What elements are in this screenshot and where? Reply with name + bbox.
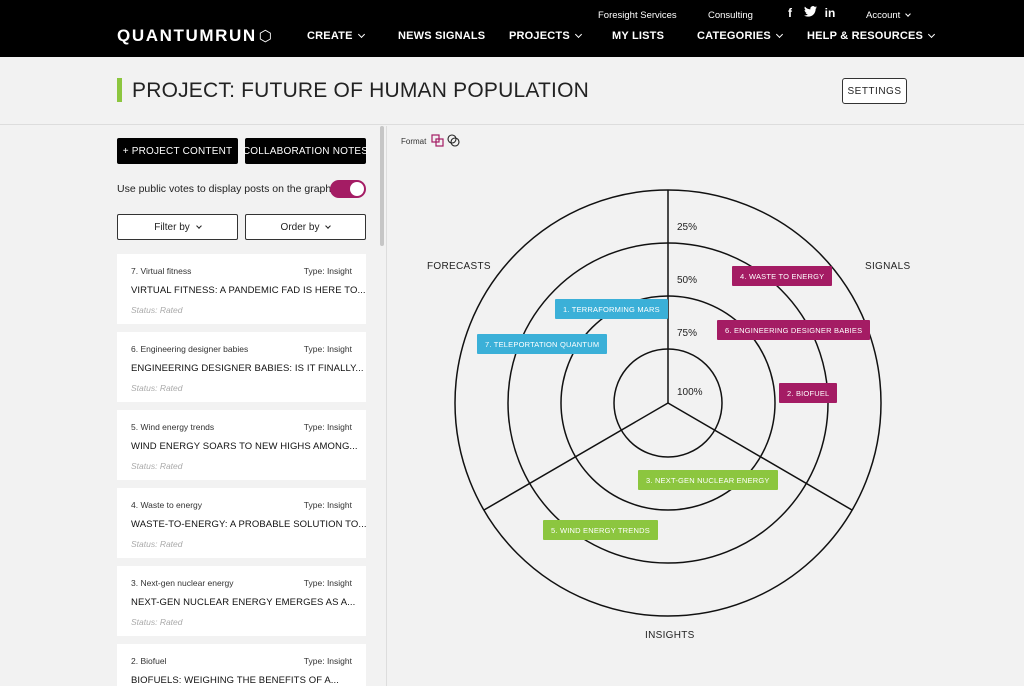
public-votes-toggle-label: Use public votes to display posts on the…: [117, 183, 332, 195]
card-type: Type: Insight: [303, 656, 352, 666]
card-title: WASTE-TO-ENERGY: A PROBABLE SOLUTION TO.…: [131, 519, 367, 530]
order-by-label: Order by: [280, 221, 320, 233]
list-item[interactable]: 3. Next-gen nuclear energy Type: Insight…: [117, 566, 366, 636]
project-header: PROJECT: FUTURE OF HUMAN POPULATION SETT…: [0, 57, 1024, 125]
quadrant-label-insights: INSIGHTS: [645, 630, 695, 641]
nav-help-resources[interactable]: HELP & RESOURCES: [807, 30, 936, 42]
list-item[interactable]: 5. Wind energy trends Type: Insight WIND…: [117, 410, 366, 480]
card-number-name: 3. Next-gen nuclear energy: [131, 578, 234, 588]
card-title: BIOFUELS: WEIGHING THE BENEFITS OF A...: [131, 675, 340, 686]
card-status: Status: Rated: [131, 461, 183, 471]
consulting-link[interactable]: Consulting: [708, 10, 753, 21]
card-number-name: 4. Waste to energy: [131, 500, 203, 510]
logo[interactable]: QUANTUMRUN ⬡: [117, 26, 273, 46]
content-sidebar: + PROJECT CONTENT COLLABORATION NOTES Us…: [0, 126, 384, 686]
card-title: ENGINEERING DESIGNER BABIES: IS IT FINAL…: [131, 363, 364, 374]
card-title: NEXT-GEN NUCLEAR ENERGY EMERGES AS A...: [131, 597, 356, 608]
list-item[interactable]: 7. Virtual fitness Type: Insight VIRTUAL…: [117, 254, 366, 324]
card-status: Status: Rated: [131, 305, 183, 315]
card-type: Type: Insight: [303, 578, 352, 588]
card-number-name: 2. Biofuel: [131, 656, 167, 666]
nav-create-label: CREATE: [307, 30, 353, 42]
linkedin-icon[interactable]: in: [824, 6, 836, 20]
card-type: Type: Insight: [303, 266, 352, 276]
nav-projects-label: PROJECTS: [509, 30, 570, 42]
radar-graph: [454, 189, 882, 617]
title-accent-bar: [117, 78, 122, 102]
twitter-icon[interactable]: [804, 6, 817, 20]
public-votes-toggle[interactable]: [330, 180, 366, 198]
add-project-content-button[interactable]: + PROJECT CONTENT: [117, 138, 238, 164]
graph-tag-teleportation-quantum[interactable]: 7. TELEPORTATION QUANTUM: [477, 334, 608, 354]
graph-tag-engineering-designer-babies[interactable]: 6. ENGINEERING DESIGNER BABIES: [717, 320, 871, 340]
list-item[interactable]: 6. Engineering designer babies Type: Ins…: [117, 332, 366, 402]
ring-label-75: 75%: [677, 328, 698, 339]
card-title: VIRTUAL FITNESS: A PANDEMIC FAD IS HERE …: [131, 285, 366, 296]
nav-news-signals[interactable]: NEWS SIGNALS: [398, 30, 485, 42]
facebook-icon[interactable]: f: [784, 6, 796, 20]
card-status: Status: Rated: [131, 383, 183, 393]
card-type: Type: Insight: [303, 422, 352, 432]
chevron-down-icon: [357, 30, 365, 39]
filter-by-dropdown[interactable]: Filter by: [117, 214, 238, 240]
collaboration-notes-button[interactable]: COLLABORATION NOTES: [243, 138, 368, 164]
list-item[interactable]: 4. Waste to energy Type: Insight WASTE-T…: [117, 488, 367, 558]
filter-by-label: Filter by: [154, 221, 190, 233]
nav-my-lists[interactable]: MY LISTS: [612, 30, 664, 42]
quadrant-label-forecasts: FORECASTS: [427, 261, 491, 272]
logo-cube-icon: ⬡: [258, 28, 274, 45]
nav-my-lists-label: MY LISTS: [612, 30, 665, 42]
graph-tag-biofuel[interactable]: 2. BIOFUEL: [779, 383, 838, 403]
graph-tag-next-gen-nuclear-energy[interactable]: 3. NEXT-GEN NUCLEAR ENERGY: [638, 470, 778, 490]
ring-label-50: 50%: [677, 275, 698, 286]
order-by-dropdown[interactable]: Order by: [245, 214, 366, 240]
chevron-down-icon: [775, 30, 783, 39]
card-status: Status: Rated: [131, 539, 183, 549]
logo-text: QUANTUMRUN: [117, 26, 257, 45]
graph-tag-wind-energy-trends[interactable]: 5. WIND ENERGY TRENDS: [543, 520, 658, 540]
graph-tag-terraforming-mars[interactable]: 1. TERRAFORMING MARS: [555, 299, 668, 319]
nav-categories[interactable]: CATEGORIES: [697, 30, 783, 42]
chevron-down-icon: [195, 222, 202, 229]
sidebar-scrollbar[interactable]: [380, 126, 384, 246]
nav-projects[interactable]: PROJECTS: [509, 30, 582, 42]
divider-line-left: [483, 402, 669, 511]
graph-tag-waste-to-energy[interactable]: 4. WASTE TO ENERGY: [732, 266, 833, 286]
chevron-down-icon: [928, 30, 936, 39]
card-title: WIND ENERGY SOARS TO NEW HIGHS AMONG...: [131, 441, 358, 452]
account-menu[interactable]: Account: [866, 10, 912, 21]
top-navigation: QUANTUMRUN ⬡ Foresight Services Consulti…: [0, 0, 1024, 57]
card-number-name: 7. Virtual fitness: [131, 266, 192, 276]
quadrant-label-signals: SIGNALS: [865, 261, 911, 272]
foresight-services-link[interactable]: Foresight Services: [598, 10, 677, 21]
divider-line-right: [667, 402, 853, 511]
card-type: Type: Insight: [303, 500, 352, 510]
social-links: f in: [784, 6, 836, 20]
list-item[interactable]: 2. Biofuel Type: Insight BIOFUELS: WEIGH…: [117, 644, 366, 686]
card-number-name: 6. Engineering designer babies: [131, 344, 249, 354]
nav-news-signals-label: NEWS SIGNALS: [398, 30, 486, 42]
card-number-name: 5. Wind energy trends: [131, 422, 215, 432]
nav-help-resources-label: HELP & RESOURCES: [807, 30, 924, 42]
settings-button[interactable]: SETTINGS: [842, 78, 907, 104]
account-label: Account: [866, 10, 901, 21]
nav-categories-label: CATEGORIES: [697, 30, 771, 42]
toggle-knob: [350, 182, 364, 196]
chevron-down-icon: [574, 30, 582, 39]
card-type: Type: Insight: [303, 344, 352, 354]
card-status: Status: Rated: [131, 617, 183, 627]
chevron-down-icon: [325, 222, 332, 229]
ring-label-25: 25%: [677, 222, 698, 233]
chevron-down-icon: [905, 11, 912, 17]
page-title: PROJECT: FUTURE OF HUMAN POPULATION: [132, 79, 589, 102]
nav-create[interactable]: CREATE: [307, 30, 365, 42]
ring-label-100: 100%: [677, 387, 703, 398]
